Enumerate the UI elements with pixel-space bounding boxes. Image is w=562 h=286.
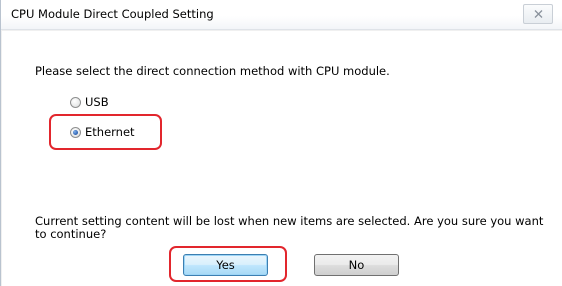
radio-usb[interactable]	[70, 96, 81, 108]
overwrite-warning: Current setting content will be lost whe…	[35, 214, 544, 241]
close-button[interactable]	[523, 4, 553, 24]
ethernet-highlight-outline	[49, 114, 162, 150]
no-button[interactable]: No	[314, 254, 399, 276]
title-bar: CPU Module Direct Coupled Setting	[1, 0, 562, 30]
connection-method-prompt: Please select the direct connection meth…	[35, 64, 390, 78]
close-icon	[534, 10, 543, 18]
window-title: CPU Module Direct Coupled Setting	[11, 7, 214, 21]
radio-usb-label: USB	[85, 95, 109, 109]
radio-option-usb[interactable]: USB	[70, 95, 109, 109]
dialog-window: CPU Module Direct Coupled Setting Please…	[0, 0, 562, 286]
yes-highlight-outline	[169, 246, 287, 282]
